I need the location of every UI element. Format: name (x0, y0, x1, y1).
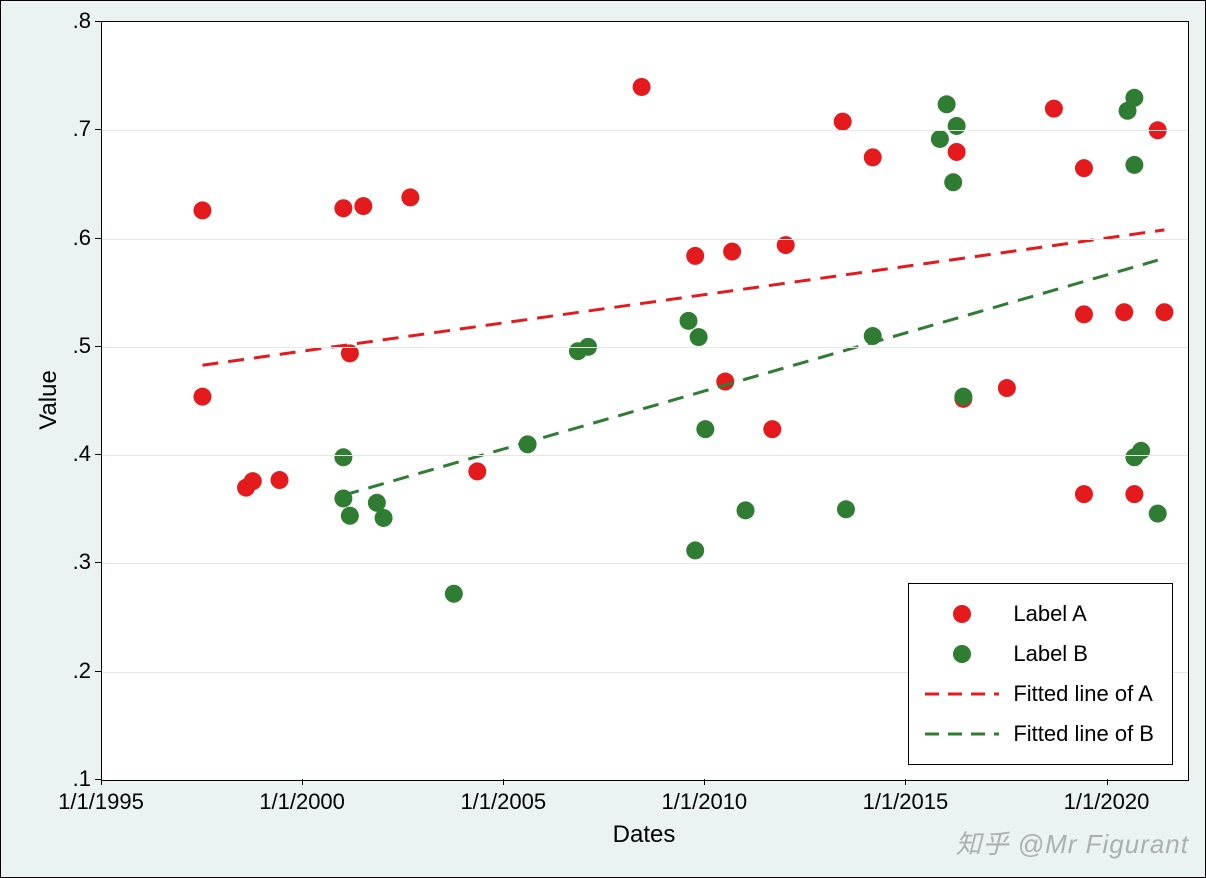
x-tick-label: 1/1/2000 (259, 789, 345, 815)
data-point (1075, 305, 1093, 323)
legend-item: Fitted line of A (923, 674, 1154, 714)
x-tick-label: 1/1/2005 (460, 789, 546, 815)
x-tick (905, 779, 906, 785)
data-point (686, 541, 704, 559)
chart-frame: Value Dates Label A Label B Fitted line of… (0, 0, 1206, 878)
x-tick (704, 779, 705, 785)
data-point (948, 117, 966, 135)
legend-item: Label B (923, 634, 1154, 674)
y-tick-label: .6 (31, 225, 91, 251)
data-point (954, 388, 972, 406)
data-point (401, 188, 419, 206)
data-point (354, 197, 372, 215)
x-tick-label: 1/1/2020 (1064, 789, 1150, 815)
data-point (193, 388, 211, 406)
data-point (737, 501, 755, 519)
x-tick-label: 1/1/2015 (863, 789, 949, 815)
data-point (334, 448, 352, 466)
y-tick-label: .7 (31, 116, 91, 142)
gridline (102, 239, 1188, 240)
y-tick (95, 562, 101, 563)
gridline (102, 130, 1188, 131)
legend-label: Fitted line of B (1001, 721, 1154, 747)
data-point (948, 143, 966, 161)
y-tick-label: .4 (31, 441, 91, 467)
data-point (1075, 485, 1093, 503)
watermark: 知乎 @Mr Figurant (955, 824, 1189, 861)
data-point (938, 95, 956, 113)
data-point (1125, 89, 1143, 107)
x-tick (101, 779, 102, 785)
data-point (1075, 159, 1093, 177)
data-point (944, 173, 962, 191)
data-point (468, 462, 486, 480)
data-point (341, 507, 359, 525)
legend-line-icon (923, 724, 1001, 744)
data-point (1125, 156, 1143, 174)
y-tick (95, 21, 101, 22)
legend-item: Fitted line of B (923, 714, 1154, 754)
data-point (271, 471, 289, 489)
legend-label: Fitted line of A (1001, 681, 1152, 707)
data-point (864, 148, 882, 166)
data-point (1155, 303, 1173, 321)
data-point (1132, 442, 1150, 460)
data-point (686, 247, 704, 265)
data-point (1045, 100, 1063, 118)
legend-label: Label B (1001, 641, 1088, 667)
y-tick-label: .2 (31, 658, 91, 684)
fitted-line (202, 230, 1164, 365)
x-axis-title: Dates (613, 821, 676, 849)
data-point (931, 130, 949, 148)
y-tick (95, 129, 101, 130)
gridline (102, 563, 1188, 564)
data-point (375, 509, 393, 527)
legend-line-icon (923, 684, 1001, 704)
x-tick (302, 779, 303, 785)
x-tick-label: 1/1/2010 (662, 789, 748, 815)
x-tick (503, 779, 504, 785)
gridline (102, 455, 1188, 456)
data-point (837, 500, 855, 518)
data-point (723, 243, 741, 261)
legend-label: Label A (1001, 601, 1086, 627)
data-point (1125, 485, 1143, 503)
y-tick-label: .5 (31, 333, 91, 359)
x-tick-label: 1/1/1995 (58, 789, 144, 815)
y-tick (95, 671, 101, 672)
legend-dot-icon (923, 645, 1001, 663)
legend: Label A Label B Fitted line of A Fitted lin… (908, 583, 1173, 765)
data-point (696, 420, 714, 438)
data-point (1149, 505, 1167, 523)
data-point (679, 312, 697, 330)
data-point (334, 199, 352, 217)
data-point (834, 113, 852, 131)
y-tick (95, 346, 101, 347)
gridline (102, 347, 1188, 348)
data-point (998, 379, 1016, 397)
y-axis-title: Value (35, 370, 63, 430)
data-point (690, 328, 708, 346)
fitted-line (343, 260, 1157, 495)
data-point (244, 472, 262, 490)
data-point (633, 78, 651, 96)
data-point (763, 420, 781, 438)
legend-dot-icon (923, 605, 1001, 623)
y-tick (95, 454, 101, 455)
y-tick-label: .3 (31, 549, 91, 575)
y-tick-label: .8 (31, 8, 91, 34)
data-point (1115, 303, 1133, 321)
y-tick (95, 238, 101, 239)
data-point (193, 201, 211, 219)
legend-item: Label A (923, 594, 1154, 634)
x-tick (1107, 779, 1108, 785)
data-point (445, 585, 463, 603)
